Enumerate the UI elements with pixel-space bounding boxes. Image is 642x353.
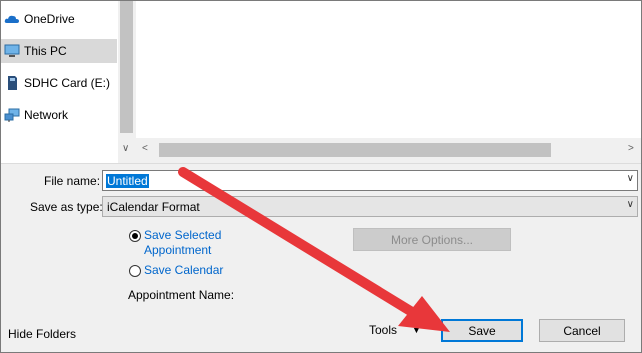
save-dialog: OneDrive This PC SDHC Card (E:) Network … — [0, 0, 642, 353]
more-options-button[interactable]: More Options... — [353, 228, 511, 251]
cloud-icon — [4, 11, 20, 27]
scrollbar-thumb[interactable] — [159, 143, 551, 157]
nav-item-sdhc-card[interactable]: SDHC Card (E:) — [1, 71, 117, 95]
save-as-type-label: Save as type: — [30, 200, 103, 214]
nav-item-label: Network — [24, 108, 69, 122]
chevron-right-icon[interactable]: > — [628, 143, 634, 154]
save-selected-label[interactable]: Save Selected Appointment — [144, 228, 244, 258]
chevron-down-icon[interactable]: ∨ — [627, 199, 634, 210]
nav-item-label: SDHC Card (E:) — [24, 76, 111, 90]
tools-button[interactable]: Tools — [369, 323, 397, 337]
nav-item-onedrive[interactable]: OneDrive — [1, 7, 117, 31]
save-as-type-value: iCalendar Format — [107, 200, 200, 214]
save-button[interactable]: Save — [441, 319, 523, 342]
save-calendar-radio[interactable] — [129, 265, 141, 277]
computer-icon — [4, 43, 20, 59]
chevron-down-icon[interactable]: ∨ — [122, 143, 129, 154]
file-list-pane[interactable] — [136, 1, 641, 138]
file-name-label: File name: — [44, 174, 101, 188]
scrollbar-thumb[interactable] — [120, 1, 133, 133]
vertical-scrollbar[interactable]: ∨ — [118, 1, 135, 163]
nav-item-label: This PC — [24, 44, 67, 58]
nav-item-network[interactable]: Network — [1, 103, 117, 127]
chevron-down-icon[interactable]: ∨ — [627, 173, 634, 184]
appointment-name-label: Appointment Name: — [128, 288, 235, 302]
save-calendar-label[interactable]: Save Calendar — [144, 263, 223, 278]
nav-item-label: OneDrive — [24, 12, 75, 26]
caret-down-icon[interactable]: ▼ — [412, 325, 421, 335]
nav-item-this-pc[interactable]: This PC — [1, 39, 117, 63]
save-as-type-select[interactable]: iCalendar Format ∨ — [102, 196, 638, 217]
chevron-left-icon[interactable]: < — [142, 143, 148, 154]
sd-card-icon — [4, 75, 20, 91]
file-name-value[interactable]: Untitled — [106, 174, 149, 188]
file-name-combobox[interactable]: Untitled ∨ — [102, 170, 638, 191]
hide-folders-button[interactable]: Hide Folders — [8, 327, 76, 341]
navigation-pane[interactable]: OneDrive This PC SDHC Card (E:) Network — [1, 1, 118, 163]
save-selected-radio[interactable] — [129, 230, 141, 242]
horizontal-scrollbar[interactable]: < > — [136, 138, 641, 161]
network-icon — [4, 107, 20, 123]
cancel-button[interactable]: Cancel — [539, 319, 625, 342]
divider — [1, 163, 641, 164]
